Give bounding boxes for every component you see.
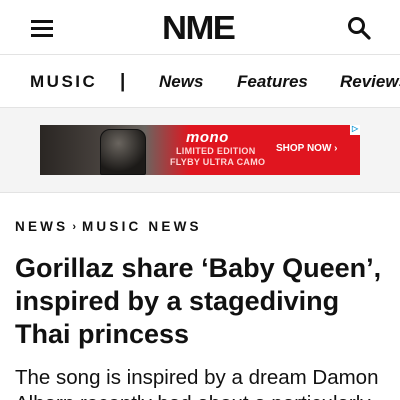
nav-link-reviews[interactable]: Reviews bbox=[340, 72, 400, 92]
search-icon[interactable] bbox=[346, 15, 372, 41]
ad-brand-logo: mono bbox=[186, 129, 229, 146]
article-standfirst: The song is inspired by a dream Damon Al… bbox=[15, 365, 400, 400]
headline-line: Gorillaz share ‘Baby Queen’, bbox=[15, 253, 382, 283]
ad-tagline: LIMITED EDITION bbox=[176, 146, 256, 156]
ad-product-photo bbox=[40, 125, 190, 175]
article-headline: Gorillaz share ‘Baby Queen’, inspired by… bbox=[15, 252, 395, 351]
section-nav: MUSIC | News Features Reviews bbox=[0, 55, 400, 108]
hamburger-menu-icon[interactable] bbox=[31, 19, 53, 37]
menu-bar bbox=[31, 20, 53, 23]
site-logo[interactable]: NME bbox=[162, 11, 242, 44]
backpack-image bbox=[100, 129, 146, 175]
nav-link-features[interactable]: Features bbox=[237, 72, 308, 92]
ad-banner-area: mono LIMITED EDITION FLYBY ULTRA CAMO SH… bbox=[0, 108, 400, 193]
standfirst-line: The song is inspired by a dream Damon bbox=[15, 366, 379, 389]
menu-bar bbox=[31, 27, 53, 30]
adchoices-icon: ▷ bbox=[352, 125, 359, 133]
ad-shop-now-button[interactable]: SHOP NOW › bbox=[276, 143, 337, 154]
nav-section-title[interactable]: MUSIC bbox=[30, 72, 97, 92]
standfirst-line: Albarn recently had about a particularly bbox=[15, 392, 371, 400]
breadcrumb-news[interactable]: NEWS bbox=[15, 219, 68, 234]
menu-bar bbox=[31, 34, 53, 37]
headline-line: inspired by a stagediving bbox=[15, 286, 340, 316]
breadcrumb: NEWS › MUSIC NEWS bbox=[15, 219, 202, 234]
ad-product-name: FLYBY ULTRA CAMO bbox=[170, 157, 266, 167]
site-header: NME bbox=[0, 0, 400, 55]
nav-link-news[interactable]: News bbox=[159, 72, 203, 92]
breadcrumb-chevron-icon: › bbox=[72, 221, 76, 233]
headline-line: Thai princess bbox=[15, 319, 190, 349]
nav-separator: | bbox=[120, 71, 126, 92]
ad-banner[interactable]: mono LIMITED EDITION FLYBY ULTRA CAMO SH… bbox=[40, 125, 360, 175]
ad-info-icon[interactable]: ▷ bbox=[350, 125, 360, 135]
breadcrumb-music-news[interactable]: MUSIC NEWS bbox=[82, 219, 202, 234]
